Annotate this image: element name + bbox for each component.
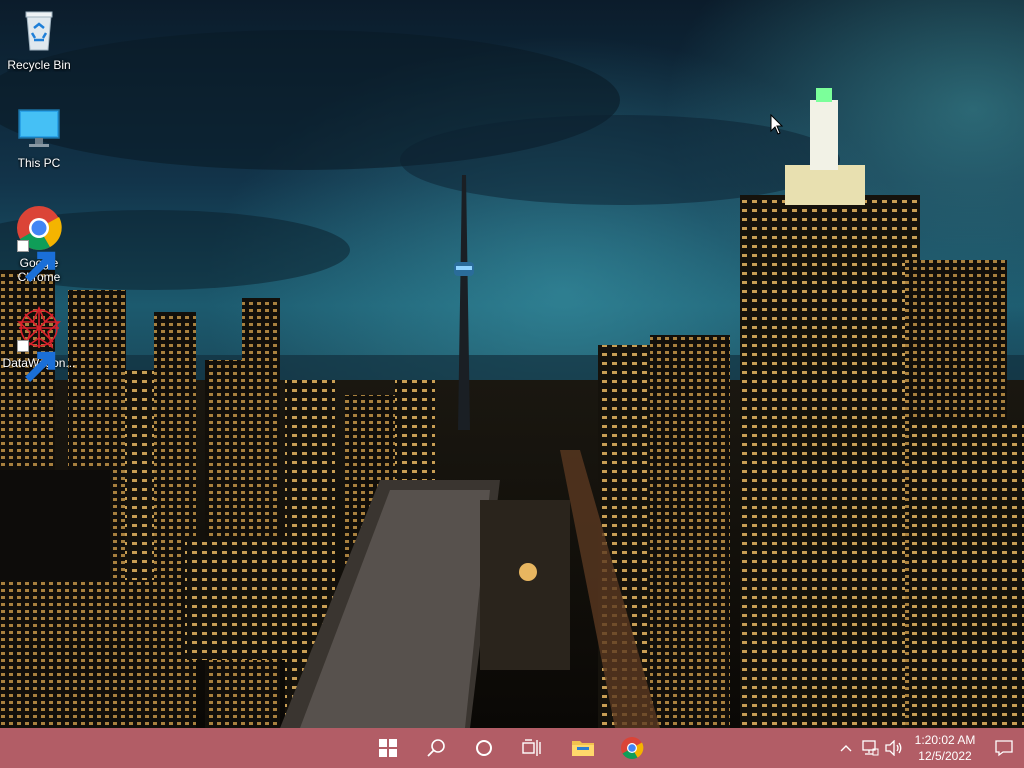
- system-tray: 1:20:02 AM 12/5/2022: [834, 728, 1024, 768]
- action-center-button[interactable]: [984, 728, 1024, 768]
- cortana-button[interactable]: [460, 728, 508, 768]
- shortcut-arrow-icon: [17, 240, 56, 282]
- taskbar: 1:20:02 AM 12/5/2022: [0, 728, 1024, 768]
- desktop-icon-label: This PC: [17, 156, 61, 170]
- desktop-icon-label: Recycle Bin: [7, 58, 71, 72]
- network-icon: [862, 740, 879, 756]
- chrome-taskbar-button[interactable]: [608, 728, 656, 768]
- monitor-icon: [15, 104, 63, 152]
- windows-logo-icon: [379, 739, 397, 757]
- desktop-icon-recycle-bin[interactable]: Recycle Bin: [1, 6, 77, 72]
- file-explorer-button[interactable]: [559, 728, 607, 768]
- mouse-cursor-icon: [770, 114, 784, 135]
- cortana-circle-icon: [476, 740, 492, 756]
- search-icon: [427, 739, 445, 757]
- folder-icon: [572, 741, 594, 756]
- chrome-icon: [15, 204, 63, 282]
- shortcut-arrow-icon: [17, 340, 56, 382]
- desktop-icon-this-pc[interactable]: This PC: [1, 104, 77, 170]
- recycle-bin-icon: [15, 6, 63, 54]
- clock-date: 12/5/2022: [918, 749, 972, 763]
- taskbar-clock[interactable]: 1:20:02 AM 12/5/2022: [906, 728, 984, 768]
- desktop: Recycle Bin This PC Google Chrome DataWa…: [0, 0, 1024, 768]
- notification-icon: [995, 740, 1013, 757]
- start-button[interactable]: [364, 728, 412, 768]
- task-view-icon: [522, 739, 541, 756]
- network-button[interactable]: [858, 728, 882, 768]
- show-hidden-icons-button[interactable]: [834, 728, 858, 768]
- clock-time: 1:20:02 AM: [914, 733, 976, 747]
- volume-icon: [885, 740, 902, 756]
- chrome-icon: [621, 737, 644, 759]
- desktop-icon-google-chrome[interactable]: Google Chrome: [1, 204, 77, 284]
- desktop-icon-datawagon[interactable]: DataWagon...: [1, 304, 77, 382]
- search-button[interactable]: [412, 728, 460, 768]
- chevron-up-icon: [840, 745, 852, 752]
- task-view-button[interactable]: [508, 728, 556, 768]
- wallpaper: [0, 0, 1024, 728]
- volume-button[interactable]: [882, 728, 906, 768]
- datawagon-icon: [15, 304, 63, 382]
